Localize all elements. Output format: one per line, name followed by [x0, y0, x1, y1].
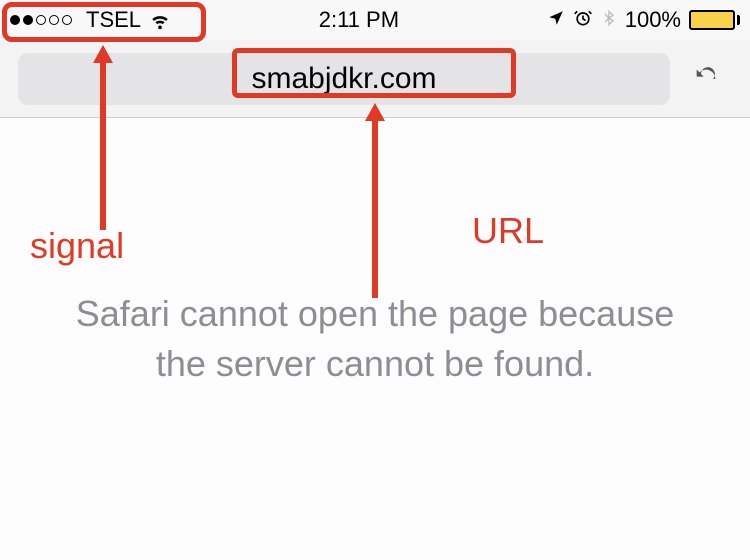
- wifi-icon: [149, 9, 171, 31]
- status-time: 2:11 PM: [171, 7, 547, 33]
- carrier-label: TSEL: [86, 7, 141, 33]
- reload-icon: [692, 65, 720, 93]
- safari-toolbar: smabjdkr.com: [0, 40, 750, 118]
- status-left: TSEL: [10, 7, 171, 33]
- page-content: Safari cannot open the page because the …: [0, 118, 750, 560]
- address-bar[interactable]: smabjdkr.com: [18, 53, 670, 105]
- reload-button[interactable]: [680, 53, 732, 105]
- alarm-icon: [573, 8, 593, 33]
- cellular-signal-icon: [10, 15, 72, 25]
- battery-icon: [689, 10, 740, 30]
- status-right: 100%: [547, 7, 740, 33]
- url-domain: smabjdkr.com: [251, 62, 436, 96]
- status-bar: TSEL 2:11 PM 100%: [0, 0, 750, 40]
- location-icon: [547, 9, 565, 32]
- battery-percent: 100%: [625, 7, 681, 33]
- annotation-label-url: URL: [472, 210, 544, 252]
- error-message: Safari cannot open the page because the …: [75, 289, 675, 390]
- bluetooth-icon: [601, 8, 617, 33]
- annotation-label-signal: signal: [30, 225, 124, 267]
